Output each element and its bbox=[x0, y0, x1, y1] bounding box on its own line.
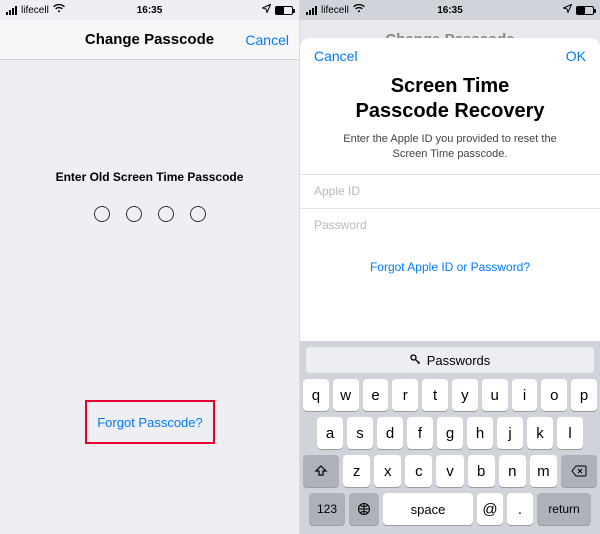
cancel-button[interactable]: Cancel bbox=[245, 32, 289, 48]
modal-subtitle: Enter the Apple ID you provided to reset… bbox=[300, 132, 600, 174]
nav-title: Change Passcode bbox=[85, 31, 214, 48]
key-x[interactable]: x bbox=[374, 455, 401, 487]
screen-change-passcode: lifecell 16:35 Change Passcode Cancel En… bbox=[0, 0, 300, 534]
passwords-label: Passwords bbox=[427, 353, 491, 368]
key-h[interactable]: h bbox=[467, 417, 493, 449]
key-s[interactable]: s bbox=[347, 417, 373, 449]
backspace-key[interactable] bbox=[561, 455, 597, 487]
key-o[interactable]: o bbox=[541, 379, 567, 411]
key-l[interactable]: l bbox=[557, 417, 583, 449]
key-r[interactable]: r bbox=[392, 379, 418, 411]
ok-button[interactable]: OK bbox=[566, 48, 586, 64]
key-k[interactable]: k bbox=[527, 417, 553, 449]
dot-key[interactable]: . bbox=[507, 493, 533, 525]
key-y[interactable]: y bbox=[452, 379, 478, 411]
key-c[interactable]: c bbox=[405, 455, 432, 487]
clock: 16:35 bbox=[300, 5, 600, 16]
key-icon bbox=[410, 353, 421, 368]
password-field[interactable]: Password bbox=[300, 208, 600, 242]
keyboard-row-4: 123 space @ . return bbox=[303, 493, 597, 525]
passcode-dot bbox=[190, 206, 206, 222]
key-v[interactable]: v bbox=[436, 455, 463, 487]
screen-passcode-recovery: lifecell 16:35 Change Passcode Cancel OK… bbox=[300, 0, 600, 534]
keyboard-row-2: a s d f g h j k l bbox=[303, 417, 597, 449]
passcode-dot bbox=[126, 206, 142, 222]
modal-title: Screen Time Passcode Recovery bbox=[300, 74, 600, 132]
recovery-modal: Cancel OK Screen Time Passcode Recovery … bbox=[300, 38, 600, 534]
at-key[interactable]: @ bbox=[477, 493, 503, 525]
shift-key[interactable] bbox=[303, 455, 339, 487]
key-d[interactable]: d bbox=[377, 417, 403, 449]
passcode-dot bbox=[94, 206, 110, 222]
key-e[interactable]: e bbox=[363, 379, 389, 411]
apple-id-field[interactable]: Apple ID bbox=[300, 174, 600, 208]
status-bar: lifecell 16:35 bbox=[0, 0, 299, 20]
nav-bar: Change Passcode Cancel bbox=[0, 20, 299, 60]
cancel-button[interactable]: Cancel bbox=[314, 48, 358, 64]
key-g[interactable]: g bbox=[437, 417, 463, 449]
battery-icon bbox=[275, 6, 293, 15]
key-n[interactable]: n bbox=[499, 455, 526, 487]
key-b[interactable]: b bbox=[468, 455, 495, 487]
key-w[interactable]: w bbox=[333, 379, 359, 411]
forgot-apple-id-link[interactable]: Forgot Apple ID or Password? bbox=[300, 242, 600, 286]
return-key[interactable]: return bbox=[537, 493, 591, 525]
key-i[interactable]: i bbox=[512, 379, 538, 411]
key-t[interactable]: t bbox=[422, 379, 448, 411]
key-u[interactable]: u bbox=[482, 379, 508, 411]
globe-key[interactable] bbox=[349, 493, 379, 525]
numbers-key[interactable]: 123 bbox=[309, 493, 345, 525]
battery-icon bbox=[576, 6, 594, 15]
key-j[interactable]: j bbox=[497, 417, 523, 449]
passcode-dot bbox=[158, 206, 174, 222]
passcode-prompt: Enter Old Screen Time Passcode bbox=[0, 170, 299, 184]
status-bar: lifecell 16:35 bbox=[300, 0, 600, 20]
clock: 16:35 bbox=[0, 5, 299, 16]
keyboard-row-3: z x c v b n m bbox=[303, 455, 597, 487]
key-f[interactable]: f bbox=[407, 417, 433, 449]
passwords-autofill-bar[interactable]: Passwords bbox=[306, 347, 594, 373]
forgot-passcode-link[interactable]: Forgot Passcode? bbox=[97, 415, 203, 430]
key-q[interactable]: q bbox=[303, 379, 329, 411]
space-key[interactable]: space bbox=[383, 493, 473, 525]
key-z[interactable]: z bbox=[343, 455, 370, 487]
keyboard: Passwords q w e r t y u i o p a s d f g … bbox=[300, 341, 600, 534]
key-p[interactable]: p bbox=[571, 379, 597, 411]
key-a[interactable]: a bbox=[317, 417, 343, 449]
key-m[interactable]: m bbox=[530, 455, 557, 487]
passcode-dots[interactable] bbox=[0, 206, 299, 222]
keyboard-row-1: q w e r t y u i o p bbox=[303, 379, 597, 411]
highlight-box: Forgot Passcode? bbox=[85, 400, 215, 444]
